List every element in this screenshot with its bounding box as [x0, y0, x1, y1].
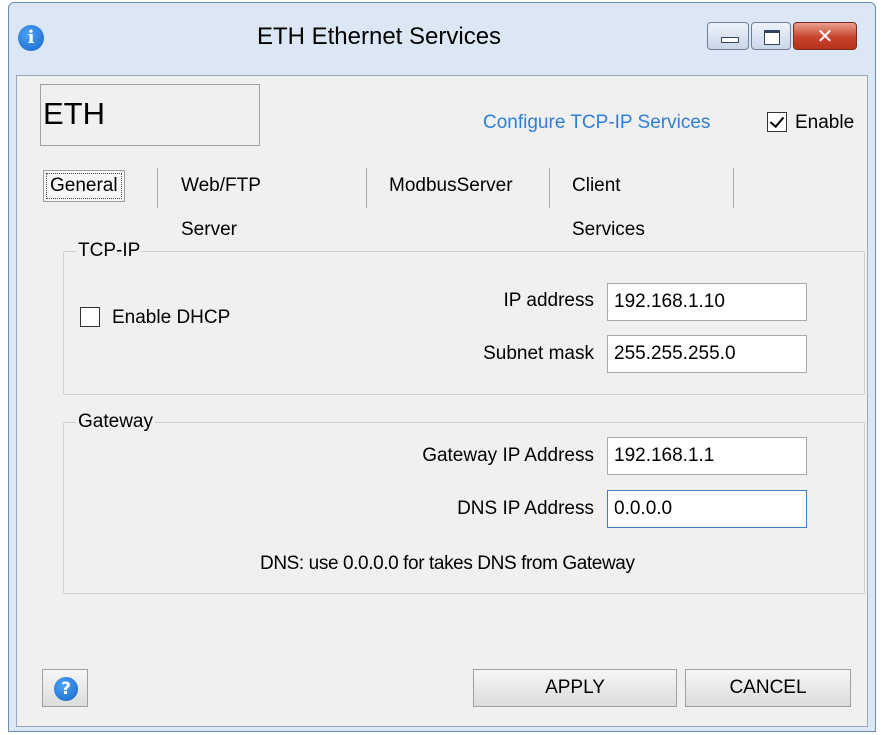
help-icon: ?	[54, 677, 78, 701]
configure-tcpip-link[interactable]: Configure TCP-IP Services	[483, 112, 710, 134]
subnet-mask-input[interactable]: 255.255.255.0	[607, 335, 807, 373]
enable-label[interactable]: Enable	[795, 112, 854, 134]
tab-divider	[157, 168, 158, 208]
tab-divider	[733, 168, 734, 208]
window-title: ETH Ethernet Services	[256, 23, 502, 50]
tab-divider	[366, 168, 367, 208]
minimize-icon	[721, 37, 739, 43]
device-name-box: ETH	[40, 84, 260, 146]
dns-note: DNS: use 0.0.0.0 for takes DNS from Gate…	[260, 553, 635, 574]
tab-client-services[interactable]: Client Services	[572, 164, 645, 240]
close-icon: ✕	[816, 24, 834, 48]
apply-button[interactable]: APPLY	[473, 669, 677, 707]
maximize-button[interactable]	[751, 22, 791, 50]
cancel-button[interactable]: CANCEL	[685, 669, 851, 707]
subnet-mask-label: Subnet mask	[483, 343, 594, 364]
help-button[interactable]: ?	[42, 669, 88, 707]
ip-address-label: IP address	[503, 290, 594, 311]
tab-general-label: General	[43, 170, 125, 202]
maximize-icon	[764, 30, 780, 45]
tab-general[interactable]: General	[43, 164, 147, 208]
dialog-window: i ETH Ethernet Services ✕ ETH Configure …	[8, 2, 876, 732]
enable-checkbox[interactable]	[767, 112, 787, 132]
dns-ip-input[interactable]: 0.0.0.0	[607, 490, 807, 528]
tab-modbus-server[interactable]: ModbusServer	[389, 164, 513, 208]
title-bar[interactable]: i ETH Ethernet Services ✕	[9, 3, 875, 75]
dialog-client-area: ETH Configure TCP-IP Services Enable Gen…	[16, 75, 868, 727]
gateway-ip-label: Gateway IP Address	[422, 445, 594, 466]
minimize-button[interactable]	[707, 22, 749, 50]
gateway-ip-input[interactable]: 192.168.1.1	[607, 437, 807, 475]
gateway-group: Gateway Gateway IP Address 192.168.1.1 D…	[63, 411, 865, 594]
tab-web-ftp-server[interactable]: Web/FTP Server	[181, 164, 261, 240]
tab-divider	[549, 168, 550, 208]
tcpip-group-title: TCP-IP	[76, 240, 143, 262]
ip-address-input[interactable]: 192.168.1.10	[607, 283, 807, 321]
enable-dhcp-checkbox[interactable]	[80, 307, 100, 327]
gateway-group-title: Gateway	[76, 411, 155, 433]
close-button[interactable]: ✕	[793, 22, 857, 50]
tcpip-group: TCP-IP Enable DHCP IP address 192.168.1.…	[63, 240, 865, 395]
dns-ip-label: DNS IP Address	[457, 498, 594, 519]
enable-dhcp-label[interactable]: Enable DHCP	[112, 307, 230, 329]
